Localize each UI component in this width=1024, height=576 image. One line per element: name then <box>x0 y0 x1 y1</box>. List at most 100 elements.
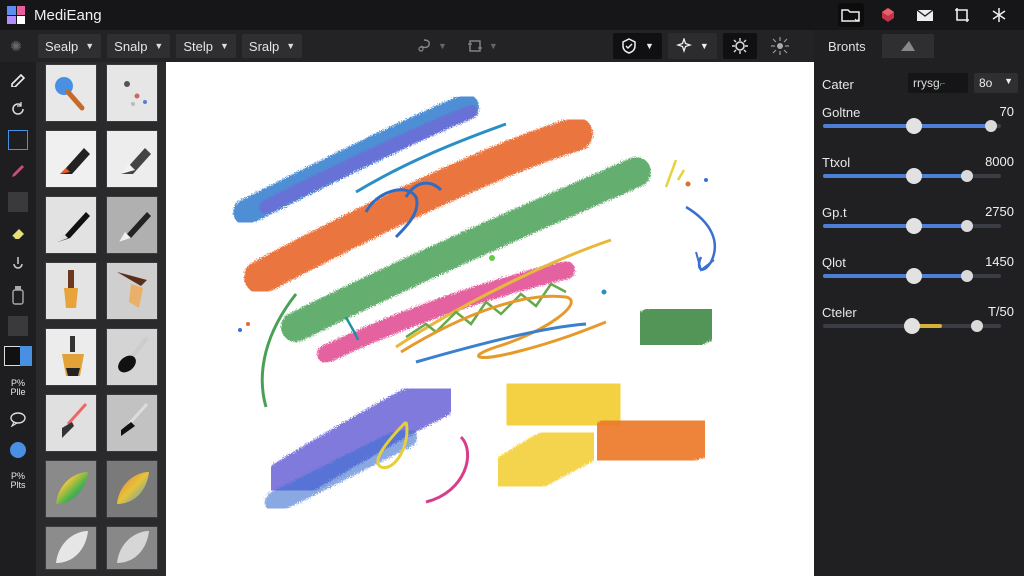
slider-knob[interactable] <box>906 218 922 234</box>
slider-row-3: Qlot 1450 <box>822 254 1018 284</box>
cater-input[interactable]: rrysg⌐ <box>908 73 968 93</box>
dot-orange-left <box>246 322 250 326</box>
brush-soft-leaf-gray[interactable] <box>106 526 158 570</box>
brush-fine-brush-red[interactable] <box>45 394 97 452</box>
mail-icon[interactable] <box>912 3 938 27</box>
brush-set-dropdown-4[interactable]: Sralp ▼ <box>241 34 303 58</box>
tab-preview[interactable] <box>881 34 934 58</box>
brush-set-dropdown-1[interactable]: Sealp ▼ <box>38 34 102 58</box>
slider-end-knob[interactable] <box>961 270 973 282</box>
layer-square-icon-2[interactable] <box>0 310 36 341</box>
slider-row-0: Goltne 70 <box>822 104 1018 134</box>
transform-icon[interactable]: ▼ <box>467 34 498 58</box>
chevron-down-icon: ▼ <box>1004 76 1013 86</box>
slider-fill <box>823 324 977 328</box>
brush-flat-brush-orange[interactable] <box>45 262 97 320</box>
cater-select[interactable]: 8o ▼ <box>974 73 1018 93</box>
brush-set-dropdown-3[interactable]: Stelp ▼ <box>176 34 236 58</box>
slider-label: Gp.t <box>822 205 847 220</box>
lasso-icon[interactable]: ▼ <box>416 34 447 58</box>
slider-fill <box>823 224 967 228</box>
flat-brush-orange-icon <box>64 270 78 308</box>
panel-tabs: Bronts <box>814 30 1024 62</box>
slider-end-knob[interactable] <box>961 220 973 232</box>
slider-row-2: Gp.t 2750 <box>822 204 1018 234</box>
sparkle-brush-icon[interactable]: ▼ <box>667 33 717 59</box>
shield-icon[interactable]: ▼ <box>613 33 662 59</box>
canvas-artwork <box>233 94 735 513</box>
fan-brush-orange-icon <box>62 336 84 376</box>
ink-pen-gray-icon <box>119 212 151 242</box>
round-blue-brush-icon <box>55 77 85 111</box>
slider-end-knob[interactable] <box>971 320 983 332</box>
soft-leaf-gray-icon <box>117 531 149 563</box>
brush-rainbow-leaf[interactable] <box>45 460 97 518</box>
bottle-tool-icon[interactable] <box>0 279 36 310</box>
speech-bubble-icon[interactable] <box>0 403 36 434</box>
brush-ink-pen-dark[interactable] <box>45 196 97 254</box>
settings-icon[interactable] <box>722 33 757 59</box>
slider-fill <box>823 174 967 178</box>
slider-knob[interactable] <box>906 168 922 184</box>
slider-track[interactable] <box>823 168 1001 184</box>
brush-round-blue-brush[interactable] <box>45 64 97 122</box>
layer-square-icon[interactable] <box>0 186 36 217</box>
brush-dots-brush[interactable] <box>106 64 158 122</box>
dot-green <box>489 255 495 261</box>
brush-ink-pen-gray[interactable] <box>106 196 158 254</box>
color-swatch-pair[interactable] <box>0 341 36 372</box>
layer-color-icon[interactable] <box>875 3 901 27</box>
rainbow-leaf-icon <box>56 472 88 504</box>
slider-knob[interactable] <box>906 118 922 134</box>
dots-brush-icon <box>124 81 147 106</box>
slider-label: Cteler <box>822 305 857 320</box>
brush-marker-white[interactable] <box>106 130 158 188</box>
fill-tool-icon[interactable] <box>0 248 36 279</box>
settings-small-icon[interactable]: ✺ <box>0 30 32 62</box>
mark-yellow <box>664 159 686 188</box>
pen-tool-icon[interactable] <box>0 155 36 186</box>
chevron-down-icon: ▼ <box>699 41 709 51</box>
drawing-canvas[interactable] <box>166 62 814 576</box>
folder-icon[interactable] <box>837 3 864 27</box>
select-rect-icon[interactable] <box>0 124 36 155</box>
stroke-pink-curl <box>425 435 470 504</box>
cater-label: Cater <box>822 77 854 92</box>
slider-end-knob[interactable] <box>985 120 997 132</box>
slider-track[interactable] <box>823 318 1001 334</box>
options-toolbar: ✺ Sealp ▼ Snalp ▼ Stelp ▼ Sralp ▼ ▼ ▼ ▼ ▼ <box>0 30 814 62</box>
app-logo <box>7 6 25 24</box>
sun-burst-icon[interactable] <box>763 33 797 59</box>
eraser-tool-icon[interactable] <box>0 217 36 248</box>
slider-knob[interactable] <box>904 318 920 334</box>
active-color-icon[interactable] <box>0 434 36 465</box>
dot-teal <box>601 289 607 295</box>
brush-soft-leaf-white[interactable] <box>45 526 97 570</box>
brush-marker-red[interactable] <box>45 130 97 188</box>
slider-knob[interactable] <box>906 268 922 284</box>
slider-value: T/50 <box>987 304 1014 319</box>
stroke-blue-arrow <box>685 205 717 271</box>
tab-bronts[interactable]: Bronts <box>820 34 874 58</box>
selection-tools: ▼ ▼ <box>416 34 498 58</box>
stroke-green-curve <box>260 293 298 408</box>
slider-end-knob[interactable] <box>961 170 973 182</box>
slider-value: 8000 <box>985 154 1014 169</box>
brush-tool-icon[interactable] <box>0 62 36 93</box>
brush-rainbow-leaf-2[interactable] <box>106 460 158 518</box>
chevron-down-icon: ▼ <box>219 41 229 51</box>
asterisk-icon[interactable] <box>986 3 1012 27</box>
brush-flat-brush-wood[interactable] <box>106 262 158 320</box>
brush-fine-brush-dark[interactable] <box>106 394 158 452</box>
crop-icon[interactable] <box>949 3 975 27</box>
soft-leaf-white-icon <box>56 531 88 563</box>
brush-round-soft-brush[interactable] <box>106 328 158 386</box>
slider-value: 70 <box>999 104 1014 119</box>
slider-track[interactable] <box>823 268 1001 284</box>
rotate-icon[interactable] <box>0 93 36 124</box>
slider-track[interactable] <box>823 118 1001 134</box>
brush-fan-brush-orange[interactable] <box>45 328 97 386</box>
dot-orange <box>685 181 691 187</box>
brush-set-dropdown-2[interactable]: Snalp ▼ <box>107 34 171 58</box>
slider-track[interactable] <box>823 218 1001 234</box>
